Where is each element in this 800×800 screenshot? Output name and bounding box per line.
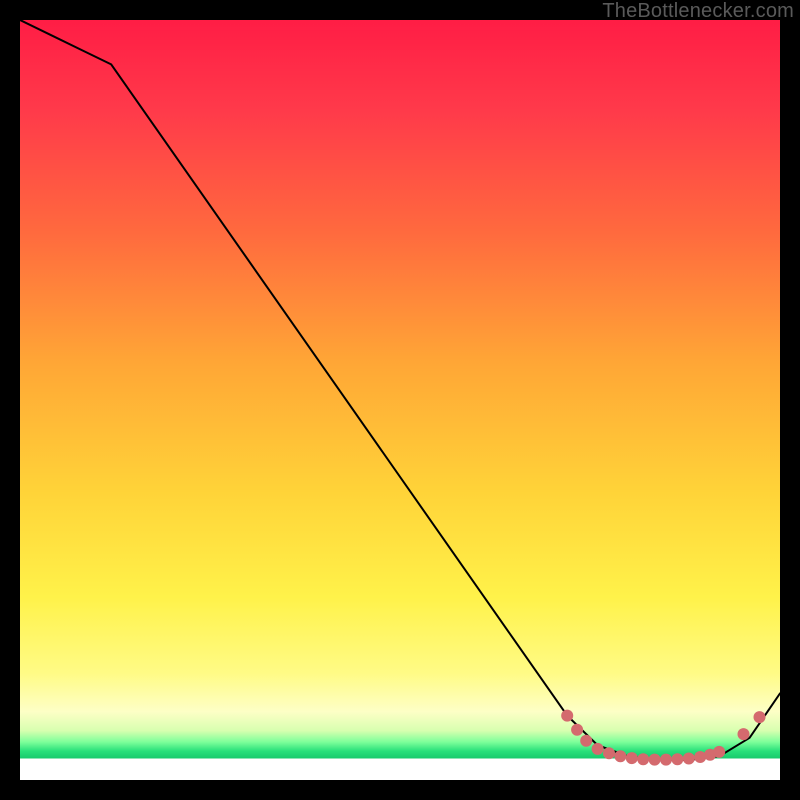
watermark-text: TheBottlenecker.com — [602, 0, 794, 23]
curve-marker — [561, 710, 573, 722]
curve-marker — [713, 746, 725, 758]
plot-area — [20, 20, 780, 780]
curve-marker — [660, 754, 672, 766]
curve-marker — [671, 753, 683, 765]
curve-marker — [603, 747, 615, 759]
curve-marker — [580, 735, 592, 747]
curve-markers — [561, 710, 765, 766]
curve-marker — [637, 753, 649, 765]
curve-marker — [571, 724, 583, 736]
curve-marker — [614, 750, 626, 762]
chart-stage: TheBottlenecker.com — [0, 0, 800, 800]
curve-marker — [754, 711, 766, 723]
curve-marker — [694, 751, 706, 763]
curve-marker — [649, 754, 661, 766]
bottleneck-curve — [20, 20, 780, 760]
curve-marker — [592, 743, 604, 755]
curve-marker — [683, 753, 695, 765]
curve-marker — [626, 752, 638, 764]
curve-layer — [20, 20, 780, 780]
curve-marker — [738, 728, 750, 740]
